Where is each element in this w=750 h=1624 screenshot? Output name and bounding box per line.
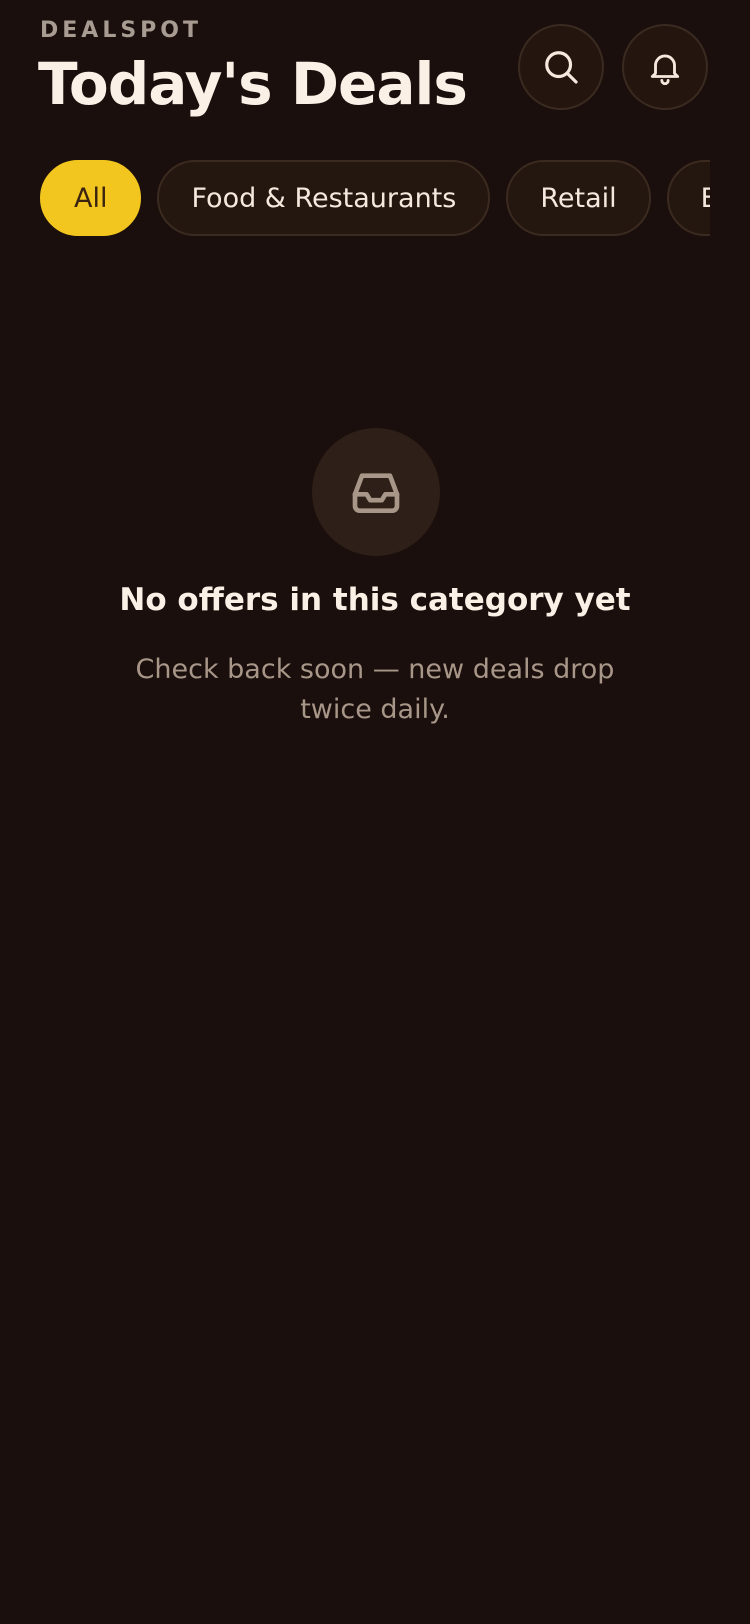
- brand-label: DEALSPOT: [40, 18, 203, 43]
- filter-chip-label: Food & Restaurants: [191, 182, 457, 214]
- filter-chip-retail[interactable]: Retail: [506, 160, 651, 236]
- empty-state-subtitle: Check back soon — new deals drop twice d…: [135, 654, 615, 725]
- category-filter-bar[interactable]: All Food & Restaurants Retail Ele: [40, 160, 710, 236]
- inbox-icon: [352, 473, 400, 513]
- deals-screen: DEALSPOT Today's Deals All Food & Restau…: [0, 0, 750, 1624]
- empty-state-icon-badge: [312, 428, 440, 556]
- filter-chip-electronics[interactable]: Ele: [666, 160, 710, 236]
- page-title: Today's Deals: [38, 50, 468, 118]
- filter-chip-food-restaurants[interactable]: Food & Restaurants: [157, 160, 491, 236]
- filter-chip-label: Retail: [540, 182, 617, 214]
- empty-state-title: No offers in this category yet: [119, 582, 631, 618]
- filter-chip-all[interactable]: All: [40, 160, 142, 236]
- notifications-button[interactable]: [622, 24, 708, 110]
- search-icon: [545, 51, 578, 84]
- bell-icon: [650, 54, 680, 85]
- filter-chip-label: All: [74, 182, 108, 214]
- search-button[interactable]: [518, 24, 604, 110]
- filter-chip-label: Ele: [700, 182, 710, 214]
